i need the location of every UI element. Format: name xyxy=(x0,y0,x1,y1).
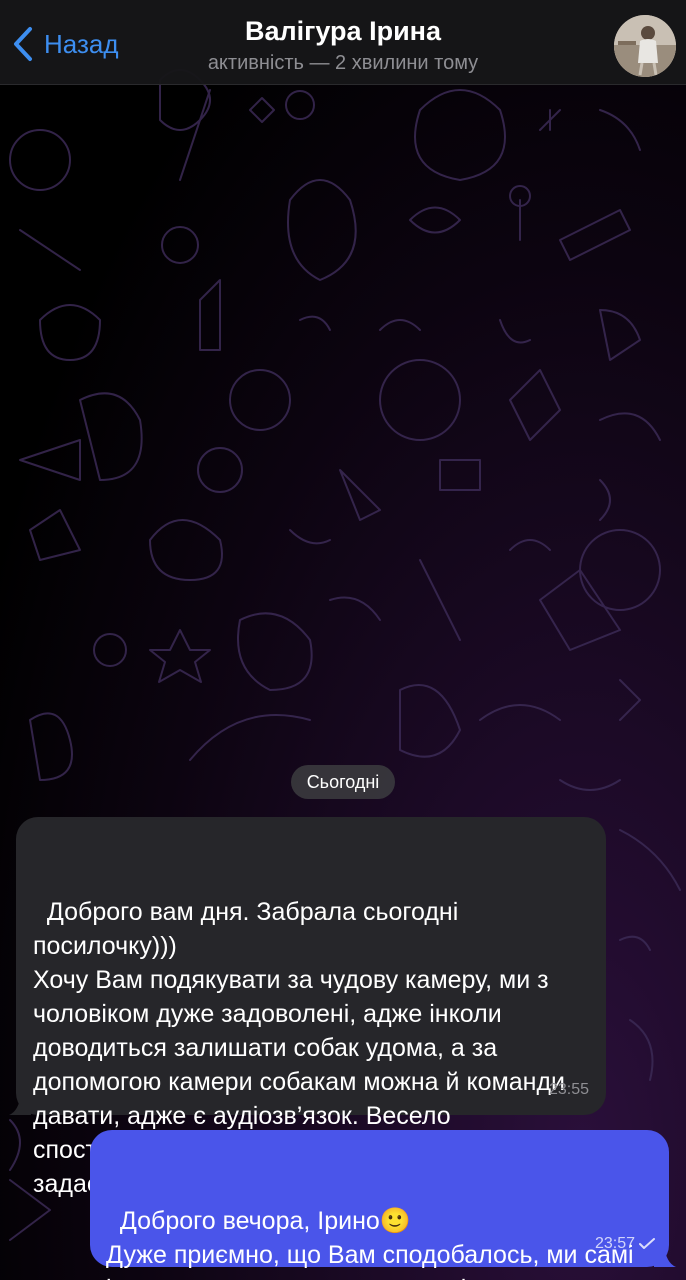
message-meta: 23:57 xyxy=(595,1227,655,1261)
message-time: 23:55 xyxy=(548,1081,589,1098)
bubble-tail xyxy=(9,1093,31,1115)
date-divider: Сьогодні xyxy=(291,765,395,799)
outgoing-message-bubble[interactable]: Доброго вечора, Ірино🙂 Дуже приємно, що … xyxy=(90,1130,676,1280)
incoming-message-bubble[interactable]: Доброго вам дня. Забрала сьогодні посило… xyxy=(9,817,606,1198)
contact-name: Валігура Ірина xyxy=(244,16,441,46)
chevron-left-icon xyxy=(14,27,32,61)
avatar[interactable] xyxy=(614,15,676,77)
chat-title-area[interactable]: Валігура Ірина активність — 2 хвилини то… xyxy=(150,14,536,76)
last-seen-status: активність — 2 хвилини тому xyxy=(207,52,479,74)
back-button[interactable]: Назад xyxy=(12,26,119,62)
read-check-icon xyxy=(639,1238,655,1249)
bubble-tail xyxy=(654,1245,676,1267)
avatar-photo xyxy=(614,15,676,77)
message-text: Доброго вечора, Ірино🙂 Дуже приємно, що … xyxy=(106,1207,636,1280)
back-label: Назад xyxy=(44,28,119,59)
message-time: 23:57 xyxy=(594,1235,635,1252)
chat-header: Назад Валігура Ірина активність — 2 хвил… xyxy=(0,0,686,85)
